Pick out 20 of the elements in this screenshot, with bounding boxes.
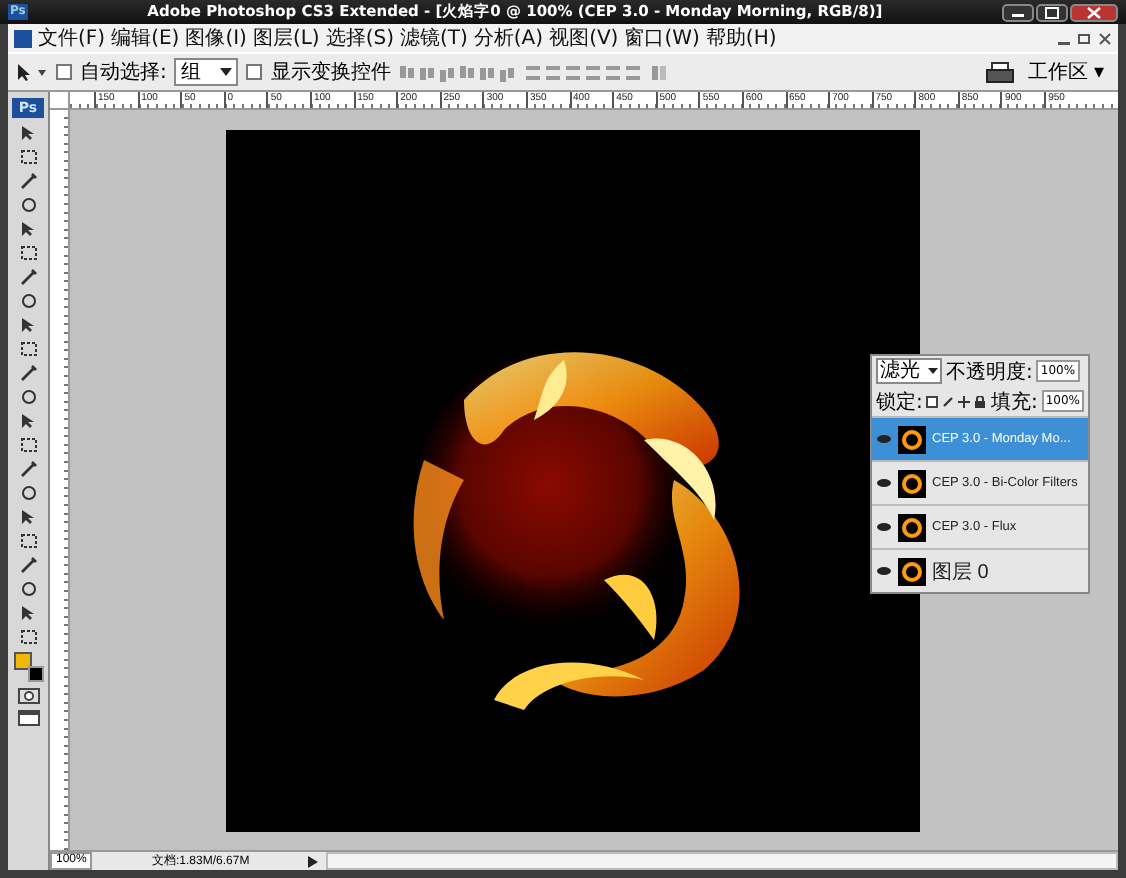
layer-name: 图层 0	[932, 559, 989, 585]
menu-item[interactable]: 选择(S)	[325, 24, 394, 52]
fill-label: 填充:	[990, 389, 1038, 415]
show-transform-label: 显示变换控件	[270, 59, 391, 86]
menu-item[interactable]: 编辑(E)	[111, 24, 180, 52]
workspace-button[interactable]: 工作区 ▾	[1021, 58, 1110, 86]
lock-label: 锁定:	[876, 389, 923, 415]
blend-mode-dropdown[interactable]: 滤光	[876, 358, 942, 384]
menu-item[interactable]: 滤镜(T)	[399, 24, 468, 52]
menu-item[interactable]: 图像(I)	[185, 24, 247, 52]
auto-select-dropdown[interactable]: 组	[174, 58, 239, 86]
menu-item[interactable]: 窗口(W)	[624, 24, 700, 52]
menu-item[interactable]: 帮助(H)	[705, 24, 777, 52]
opacity-label: 不透明度:	[946, 359, 1033, 385]
menu-item[interactable]: 视图(V)	[549, 24, 619, 52]
auto-select-label: 自动选择:	[80, 59, 167, 86]
menu-item[interactable]: 图层(L)	[252, 24, 320, 52]
menu-item[interactable]: 文件(F)	[38, 24, 106, 52]
layer-row[interactable]: 图层 0	[872, 548, 1088, 592]
menu-item[interactable]: 分析(A)	[473, 24, 544, 52]
